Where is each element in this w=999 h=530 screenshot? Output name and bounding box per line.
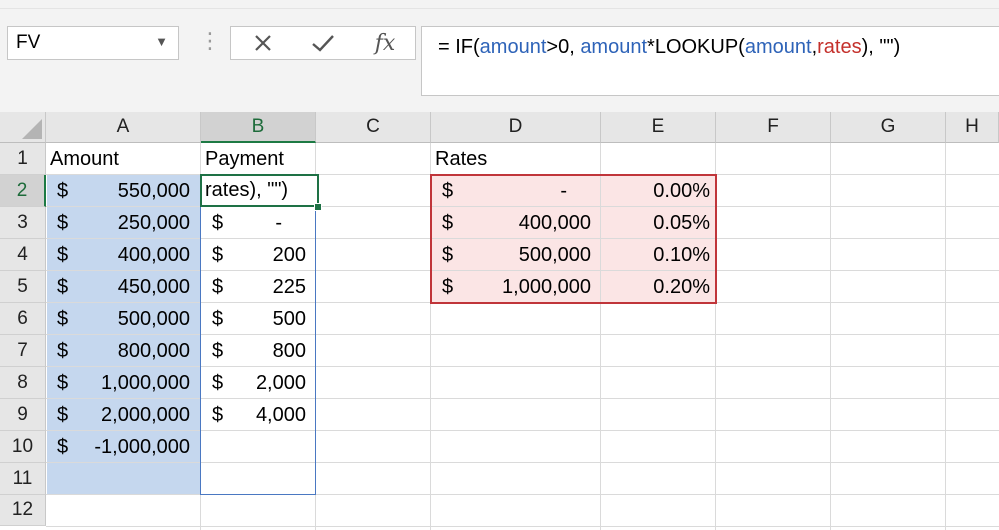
payment-cell[interactable]: 800 [201, 335, 306, 367]
formula-token: ), "") [861, 36, 901, 58]
amount-cell[interactable]: 250,000 [46, 207, 190, 239]
row-header-5[interactable]: 5 [0, 271, 46, 303]
formula-buttons: fx [230, 26, 416, 60]
fill-handle[interactable] [314, 203, 322, 211]
fx-icon[interactable]: fx [365, 27, 405, 59]
amount-cell[interactable]: 1,000,000 [46, 367, 190, 399]
gridline-vertical [830, 143, 831, 530]
header-rates: Rates [435, 148, 488, 170]
chevron-down-icon[interactable]: ▼ [155, 34, 168, 49]
row-header-6[interactable]: 6 [0, 303, 46, 335]
row-header-9[interactable]: 9 [0, 399, 46, 431]
amount-cell[interactable]: 500,000 [46, 303, 190, 335]
row-header-1[interactable]: 1 [0, 143, 46, 175]
row-header-4[interactable]: 4 [0, 239, 46, 271]
payment-cell[interactable]: - [201, 207, 282, 239]
payment-cell[interactable]: 500 [201, 303, 306, 335]
rate-threshold-cell[interactable]: 1,000,000 [431, 271, 591, 303]
ribbon-edge [0, 0, 999, 9]
amount-cell[interactable]: 2,000,000 [46, 399, 190, 431]
formula-token: amount [479, 36, 547, 58]
row-header-11[interactable]: 11 [0, 463, 46, 495]
worksheet-grid[interactable]: A B C D E F G H 1 2 3 4 5 6 7 8 9 10 11 12 Amount Payment Rate… [0, 112, 999, 530]
amount-cell[interactable]: 800,000 [46, 335, 190, 367]
rate-value-cell[interactable]: 0.20% [601, 271, 710, 303]
formula-token: amount [580, 36, 648, 58]
column-header-f[interactable]: F [716, 112, 831, 143]
payment-cell[interactable]: 200 [201, 239, 306, 271]
column-header-g[interactable]: G [831, 112, 946, 143]
drag-handle-icon[interactable]: ⋮ [199, 30, 221, 52]
rate-threshold-cell[interactable]: - [431, 175, 567, 207]
name-box-value: FV [16, 32, 41, 53]
column-header-e[interactable]: E [601, 112, 716, 143]
column-header-c[interactable]: C [316, 112, 431, 143]
header-amount: Amount [50, 148, 119, 170]
rate-threshold-cell[interactable]: 500,000 [431, 239, 591, 271]
row-header-12[interactable]: 12 [0, 495, 46, 526]
formula-token: = IF( [438, 36, 480, 58]
row-header-10[interactable]: 10 [0, 431, 46, 463]
checkmark-icon[interactable] [303, 27, 343, 59]
rate-value-cell[interactable]: 0.10% [601, 239, 710, 271]
formula-input[interactable]: = IF(amount>0, amount*LOOKUP(amount,rate… [421, 26, 999, 96]
column-header-b[interactable]: B [201, 112, 316, 143]
rate-threshold-cell[interactable]: 400,000 [431, 207, 591, 239]
rate-value-cell[interactable]: 0.05% [601, 207, 710, 239]
formula-bar-area: FV ▼ ⋮ fx = IF(amount>0, amount*LOOKUP(a… [0, 0, 999, 112]
gridline-horizontal [46, 494, 999, 495]
formula-token: *LOOKUP( [647, 36, 745, 58]
amount-cell[interactable]: 400,000 [46, 239, 190, 271]
gridline-horizontal [46, 526, 999, 527]
amount-cell[interactable]: 550,000 [46, 175, 190, 207]
select-all-button[interactable] [0, 112, 46, 143]
gridline-vertical [945, 143, 946, 530]
payment-cell[interactable]: 225 [201, 271, 306, 303]
active-cell-editor[interactable]: rates), "") [200, 174, 319, 207]
row-header-3[interactable]: 3 [0, 207, 46, 239]
payment-cell[interactable]: 4,000 [201, 399, 306, 431]
header-payment: Payment [205, 148, 284, 170]
row-header-8[interactable]: 8 [0, 367, 46, 399]
column-header-d[interactable]: D [431, 112, 601, 143]
row-header-7[interactable]: 7 [0, 335, 46, 367]
formula-token: amount [744, 36, 812, 58]
name-box[interactable]: FV ▼ [7, 26, 179, 60]
column-header-h[interactable]: H [946, 112, 999, 143]
row-header-2[interactable]: 2 [0, 175, 46, 207]
rate-value-cell[interactable]: 0.00% [601, 175, 710, 207]
amount-cell[interactable]: 450,000 [46, 271, 190, 303]
amount-cell[interactable]: -1,000,000 [46, 431, 190, 463]
column-header-a[interactable]: A [46, 112, 201, 143]
formula-token: rates [817, 36, 862, 58]
close-icon[interactable] [243, 27, 283, 59]
payment-cell[interactable]: 2,000 [201, 367, 306, 399]
formula-token: >0, [546, 36, 581, 58]
